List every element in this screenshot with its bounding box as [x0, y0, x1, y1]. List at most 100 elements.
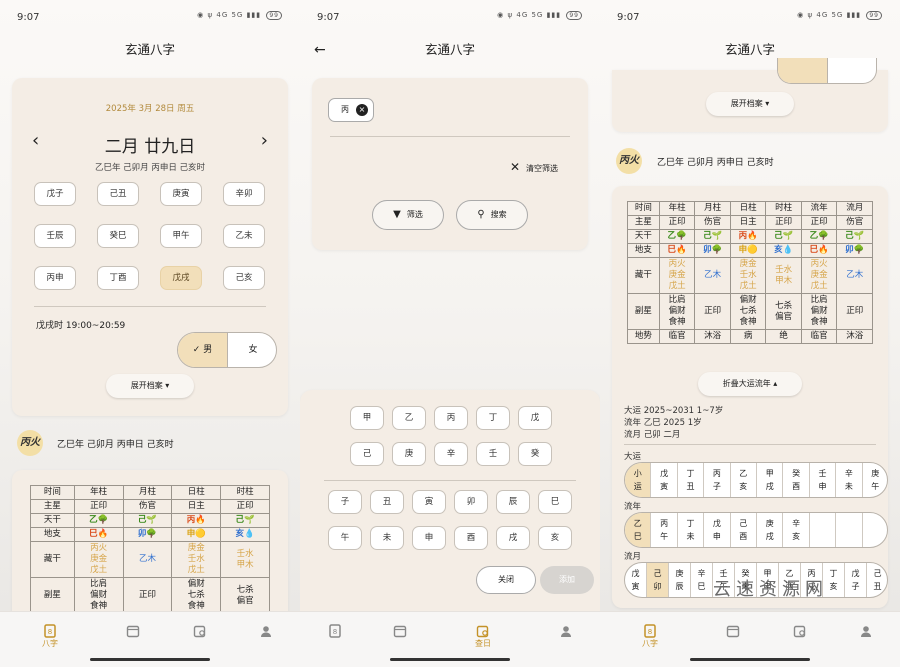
stem-button[interactable]: 己 [350, 442, 384, 466]
cycle-cell[interactable]: 癸 酉 [783, 463, 810, 497]
nav-search-day[interactable] [785, 624, 815, 638]
panel-bazi-home: 9:07 ◉ ψ 4G 5G ▮▮▮ 99 玄通八字 2025年 3月 28日 … [0, 0, 300, 667]
stem-button[interactable]: 戊 [518, 406, 552, 430]
nav-calendar[interactable] [118, 624, 148, 638]
branch-button[interactable]: 未 [370, 526, 404, 550]
cycle-cell[interactable]: 乙 巳 [625, 513, 652, 547]
stem-button[interactable]: 癸 [518, 442, 552, 466]
nav-profile[interactable] [851, 624, 881, 638]
expand-profile-button[interactable]: 展开档案 ▾ [706, 92, 794, 116]
person-icon [861, 626, 871, 637]
cycle-cell[interactable]: 甲 戌 [757, 463, 784, 497]
branch-button[interactable]: 辰 [496, 490, 530, 514]
stem-button[interactable]: 庚 [392, 442, 426, 466]
cycle-cell[interactable] [836, 513, 863, 547]
branch-button[interactable]: 午 [328, 526, 362, 550]
cycle-cell[interactable]: 辛 巳 [691, 563, 713, 597]
stem-button[interactable]: 壬 [476, 442, 510, 466]
cycle-cell[interactable]: 小 运 [625, 463, 652, 497]
branch-button[interactable]: 戌 [496, 526, 530, 550]
hour-button[interactable]: 丙申 [34, 266, 76, 290]
svg-text:8: 8 [648, 628, 652, 636]
clear-filter-button[interactable]: ✕ 清空筛选 [510, 160, 558, 174]
cycle-cell[interactable]: 戊 寅 [651, 463, 678, 497]
hour-button[interactable]: 辛卯 [223, 182, 265, 206]
add-button[interactable]: 添加 [540, 566, 594, 594]
hour-button[interactable]: 壬辰 [34, 224, 76, 248]
app-title: 玄通八字 [424, 42, 475, 57]
nav-profile[interactable] [551, 624, 581, 638]
stem-button[interactable]: 乙 [392, 406, 426, 430]
cycle-cell[interactable]: 己 卯 [647, 563, 669, 597]
bazi-row: 时间 年柱 月柱 日柱 时柱 [30, 485, 270, 500]
nav-search-day[interactable] [185, 624, 215, 638]
cycle-cell[interactable]: 戊 申 [704, 513, 731, 547]
filter-button[interactable]: ▼ 筛选 [372, 200, 444, 230]
ganzhi-line: 乙巳年 己卯月 丙申日 己亥时 [94, 163, 206, 173]
hour-button[interactable]: 己丑 [97, 182, 139, 206]
hour-button[interactable]: 庚寅 [160, 182, 202, 206]
stem-button[interactable]: 丙 [434, 406, 468, 430]
expand-profile-button[interactable]: 展开档案 ▾ [106, 374, 194, 398]
bazi-table: 时间 年柱 月柱 日柱 时柱 主星 正印 伤官 日主 正印 天干 乙🌳 己🌱 丙🔥 己🌱 地支 巳🔥 卯🌳 申🟡 亥💧… [30, 485, 270, 614]
cycle-text: 癸 酉 [792, 469, 801, 491]
search-button[interactable]: ⚲ 搜索 [456, 200, 528, 230]
stem-button[interactable]: 甲 [350, 406, 384, 430]
cycle-cell[interactable]: 戊 寅 [625, 563, 647, 597]
branch-button[interactable]: 寅 [412, 490, 446, 514]
stem-button[interactable]: 辛 [434, 442, 468, 466]
cycle-cell[interactable] [810, 513, 837, 547]
cycle-cell[interactable]: 丙 子 [704, 463, 731, 497]
cycle-cell[interactable]: 庚 午 [863, 463, 887, 497]
nav-calendar[interactable] [718, 624, 748, 638]
back-arrow-icon[interactable]: ← [314, 34, 326, 66]
cycle-cell[interactable]: 己 丑 [867, 563, 887, 597]
female-option[interactable]: 女 [228, 333, 276, 367]
branch-button[interactable]: 子 [328, 490, 362, 514]
nav-calendar[interactable] [385, 624, 415, 638]
branch-button[interactable]: 亥 [538, 526, 572, 550]
branch-button[interactable]: 申 [412, 526, 446, 550]
collapse-dayun-button[interactable]: 折叠大运流年 ▴ [698, 372, 802, 396]
ganzhi-char: 己🌱 [235, 515, 255, 525]
branch-button[interactable]: 酉 [454, 526, 488, 550]
hour-button[interactable]: 丁酉 [97, 266, 139, 290]
stem-button[interactable]: 丁 [476, 406, 510, 430]
cycle-cell[interactable]: 戊 子 [845, 563, 867, 597]
hour-button[interactable]: 戊子 [34, 182, 76, 206]
branch-button[interactable]: 卯 [454, 490, 488, 514]
cycle-cell[interactable]: 乙 亥 [731, 463, 757, 497]
nav-bazi[interactable]: 8 八字 [35, 624, 65, 649]
cycle-cell[interactable]: 己 酉 [731, 513, 757, 547]
hour-button[interactable]: 癸巳 [97, 224, 139, 248]
branch-button[interactable]: 巳 [538, 490, 572, 514]
cycle-cell[interactable]: 辛 亥 [783, 513, 810, 547]
cycle-cell[interactable]: 壬 申 [810, 463, 837, 497]
nav-search-day[interactable]: 查日 [468, 624, 498, 649]
cycle-cell[interactable]: 庚 辰 [669, 563, 691, 597]
next-day-icon[interactable]: › [261, 130, 268, 151]
chip-remove-icon[interactable]: × [356, 104, 368, 116]
branch-button[interactable]: 丑 [370, 490, 404, 514]
hour-button[interactable]: 乙未 [223, 224, 265, 248]
close-button[interactable]: 关闭 [476, 566, 536, 594]
network-text: 4G 5G [216, 11, 244, 19]
cycle-cell[interactable]: 丙 午 [651, 513, 678, 547]
male-option[interactable]: ✓ 男 [178, 333, 228, 367]
hour-button[interactable]: 己亥 [223, 266, 265, 290]
bazi-cell: 时间 [627, 201, 660, 216]
cycle-cell[interactable] [863, 513, 887, 547]
hour-button[interactable]: 甲午 [160, 224, 202, 248]
male-option[interactable] [778, 58, 828, 83]
liunian-info: 流年 乙巳 2025 1岁 [624, 418, 702, 428]
cycle-cell[interactable]: 庚 戌 [757, 513, 784, 547]
cycle-cell[interactable]: 辛 未 [836, 463, 863, 497]
cycle-cell[interactable]: 丁 未 [678, 513, 705, 547]
cycle-cell[interactable]: 丁 丑 [678, 463, 705, 497]
nav-profile[interactable] [251, 624, 281, 638]
nav-bazi[interactable]: 8 [320, 624, 350, 638]
bazi-cell: 年柱 [73, 485, 124, 500]
hour-button[interactable]: 戊戌 [160, 266, 202, 290]
nav-bazi[interactable]: 8 八字 [635, 624, 665, 649]
selected-chip[interactable]: 丙 × [328, 98, 374, 122]
